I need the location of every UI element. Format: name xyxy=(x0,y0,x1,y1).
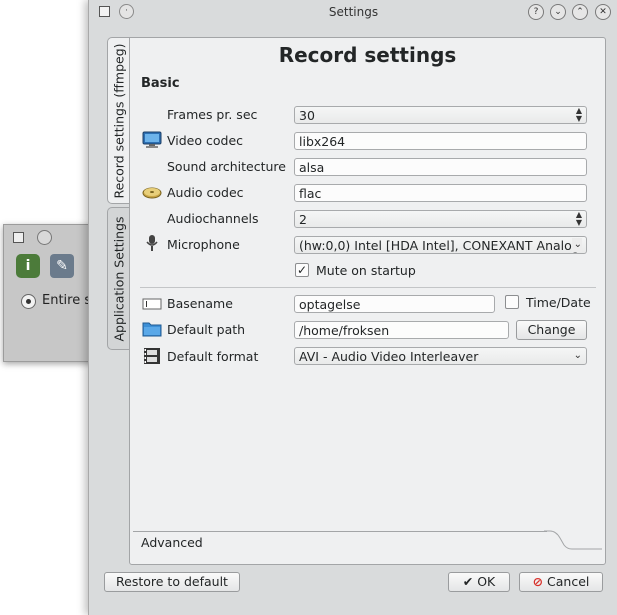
sound-architecture-label: Sound architecture xyxy=(167,159,286,174)
default-format-label: Default format xyxy=(167,349,259,364)
panel-heading: Record settings xyxy=(278,43,457,67)
cancel-button[interactable]: ⊘ Cancel xyxy=(519,572,603,592)
microphone-icon xyxy=(146,235,158,251)
ok-check-icon: ✔ xyxy=(462,574,474,589)
basename-label: Basename xyxy=(167,296,233,311)
mute-label: Mute on startup xyxy=(316,263,416,278)
chevron-down-icon[interactable]: ⌄ xyxy=(574,349,582,363)
spin-arrows-icon[interactable]: ▲ ▼ xyxy=(576,211,582,227)
microphone-label: Microphone xyxy=(167,237,240,252)
video-codec-input[interactable]: libx264 xyxy=(294,132,587,150)
film-icon xyxy=(144,348,160,364)
default-path-label: Default path xyxy=(167,322,246,337)
divider xyxy=(140,287,596,288)
audio-disc-icon xyxy=(142,187,162,199)
default-path-input[interactable]: /home/froksen xyxy=(294,321,509,339)
audiochannels-spinbox[interactable]: 2 ▲ ▼ xyxy=(294,210,587,228)
mute-checkbox[interactable]: ✓ xyxy=(295,263,309,277)
entire-screen-radio[interactable] xyxy=(21,294,36,309)
tab-record-settings[interactable]: Record settings (ffmpeg) xyxy=(107,37,130,204)
title-bar: · Settings ? ⌄ ⌃ ✕ xyxy=(89,0,617,24)
cancel-icon: ⊘ xyxy=(532,574,544,589)
chevron-down-icon[interactable]: ⌄ xyxy=(571,238,582,252)
help-icon[interactable]: ? xyxy=(528,4,544,20)
audio-codec-label: Audio codec xyxy=(167,185,244,200)
restore-defaults-button[interactable]: Restore to default xyxy=(104,572,240,592)
ok-label: OK xyxy=(477,574,496,589)
folder-icon xyxy=(142,322,162,337)
sound-architecture-input[interactable]: alsa xyxy=(294,158,587,176)
time-date-checkbox[interactable] xyxy=(505,295,519,309)
monitor-icon xyxy=(142,131,162,148)
record-settings-panel: Record settings Basic Frames pr. sec 30 … xyxy=(129,37,606,565)
window-menu-icon[interactable] xyxy=(13,232,24,243)
settings-dialog: · Settings ? ⌄ ⌃ ✕ Record settings (ffmp… xyxy=(88,0,617,615)
advanced-expander-icon xyxy=(544,530,602,550)
frames-value: 30 xyxy=(299,108,315,123)
microphone-select[interactable]: (hw:0,0) Intel [HDA Intel], CONEXANT Ana… xyxy=(294,236,587,254)
minimize-icon[interactable]: ⌄ xyxy=(550,4,566,20)
tab-record-settings-label: Record settings (ffmpeg) xyxy=(111,42,127,199)
info-icon[interactable]: i xyxy=(16,254,40,278)
advanced-section[interactable]: Advanced xyxy=(130,530,605,553)
keep-above-icon[interactable] xyxy=(37,230,52,245)
audiochannels-value: 2 xyxy=(299,212,307,227)
video-codec-label: Video codec xyxy=(167,133,244,148)
entire-screen-label: Entire s xyxy=(42,293,92,308)
advanced-label: Advanced xyxy=(141,535,203,550)
ok-button[interactable]: ✔ OK xyxy=(448,572,510,592)
audio-codec-input[interactable]: flac xyxy=(294,184,587,202)
section-basic: Basic xyxy=(141,76,180,91)
change-button[interactable]: Change xyxy=(516,320,587,340)
close-icon[interactable]: ✕ xyxy=(595,4,611,20)
cancel-label: Cancel xyxy=(547,574,590,589)
frames-spinbox[interactable]: 30 ▲ ▼ xyxy=(294,106,587,124)
frames-label: Frames pr. sec xyxy=(167,107,258,122)
text-field-icon xyxy=(142,298,162,310)
advanced-divider xyxy=(133,531,547,532)
wrench-icon[interactable]: ✎ xyxy=(50,254,74,278)
tab-application-settings[interactable]: Application Settings xyxy=(107,207,130,350)
audiochannels-label: Audiochannels xyxy=(167,211,259,226)
time-date-label: Time/Date xyxy=(526,295,591,310)
maximize-icon[interactable]: ⌃ xyxy=(572,4,588,20)
microphone-value: (hw:0,0) Intel [HDA Intel], CONEXANT Ana… xyxy=(299,238,580,253)
default-format-value: AVI - Audio Video Interleaver xyxy=(299,349,479,364)
spin-arrows-icon[interactable]: ▲ ▼ xyxy=(576,107,582,123)
default-format-select[interactable]: AVI - Audio Video Interleaver ⌄ xyxy=(294,347,587,365)
basename-input[interactable]: optagelse xyxy=(294,295,495,313)
tab-application-settings-label: Application Settings xyxy=(111,215,127,342)
